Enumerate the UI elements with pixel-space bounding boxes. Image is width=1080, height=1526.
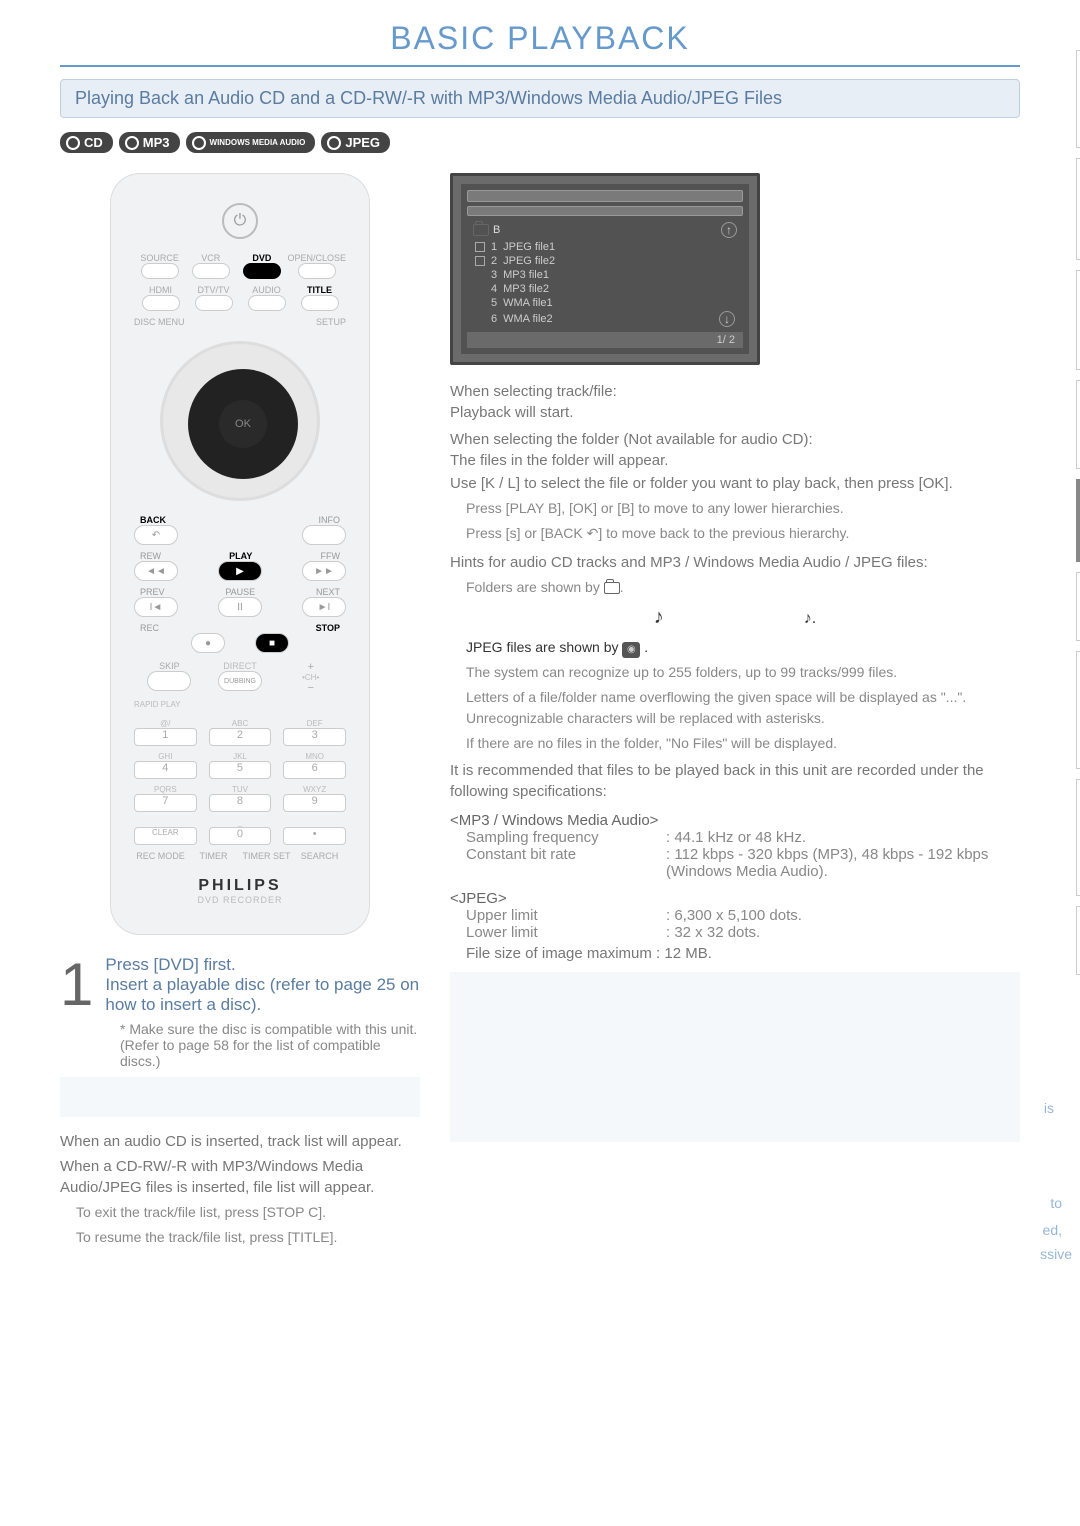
tab-basic-setup[interactable]: Basic Setup xyxy=(1076,270,1080,369)
disc-icon xyxy=(327,136,341,150)
jpeg-icon: ◉ xyxy=(622,642,640,658)
down-arrow-icon: ↓ xyxy=(719,311,735,327)
badge-jpeg: JPEG xyxy=(321,132,390,153)
back-btn-icon: ↶ xyxy=(134,525,178,545)
tab-introduction[interactable]: Introduction xyxy=(1076,50,1080,148)
disc-icon xyxy=(125,136,139,150)
folder-icon xyxy=(604,582,620,594)
disc-icon xyxy=(192,136,206,150)
tab-vcr-functions[interactable]: VCR Functions xyxy=(1076,779,1080,896)
tab-others[interactable]: Others xyxy=(1076,906,1080,975)
obscured-region xyxy=(450,972,1020,1142)
badge-cd: CD xyxy=(60,132,113,153)
tab-function-setup[interactable]: Function Setup xyxy=(1076,651,1080,768)
page-title-bar: BASIC PLAYBACK xyxy=(60,20,1020,67)
tab-playback[interactable]: Playback xyxy=(1076,479,1080,562)
tab-connections[interactable]: Connections xyxy=(1076,158,1080,260)
page-title: BASIC PLAYBACK xyxy=(60,20,1020,57)
music-note-icon: ♪ xyxy=(654,606,664,628)
remote-illustration: ⏻ SOURCE VCR DVD OPEN/CLOSE HDMI DTV/TV … xyxy=(110,173,370,935)
badge-wma: WINDOWS MEDIA AUDIO xyxy=(186,132,316,153)
power-button-icon: ⏻ xyxy=(222,203,258,239)
music-note-icon: ♪. xyxy=(804,610,816,627)
dpad: OK xyxy=(160,341,320,501)
stop-btn-icon: ■ xyxy=(255,633,289,653)
ok-button-icon: OK xyxy=(219,400,267,448)
disc-icon xyxy=(66,136,80,150)
step-1: 1 Press [DVD] first. Insert a playable d… xyxy=(60,955,420,1069)
subtitle: Playing Back an Audio CD and a CD-RW/-R … xyxy=(60,79,1020,118)
tab-editing[interactable]: Editing xyxy=(1076,572,1080,642)
obscured-region xyxy=(60,1077,420,1117)
play-btn-icon: ▶ xyxy=(218,561,262,581)
up-arrow-icon: ↑ xyxy=(721,222,737,238)
tab-recording[interactable]: Recording xyxy=(1076,380,1080,469)
badge-mp3: MP3 xyxy=(119,132,180,153)
format-badges: CD MP3 WINDOWS MEDIA AUDIO JPEG xyxy=(60,132,1020,153)
file-list-screenshot: B↑ 1JPEG file1 2JPEG file2 3MP3 file1 4M… xyxy=(450,173,760,365)
side-tabs: Introduction Connections Basic Setup Rec… xyxy=(1076,50,1080,975)
brand-logo: PHILIPS xyxy=(134,877,346,895)
folder-icon xyxy=(473,224,489,236)
